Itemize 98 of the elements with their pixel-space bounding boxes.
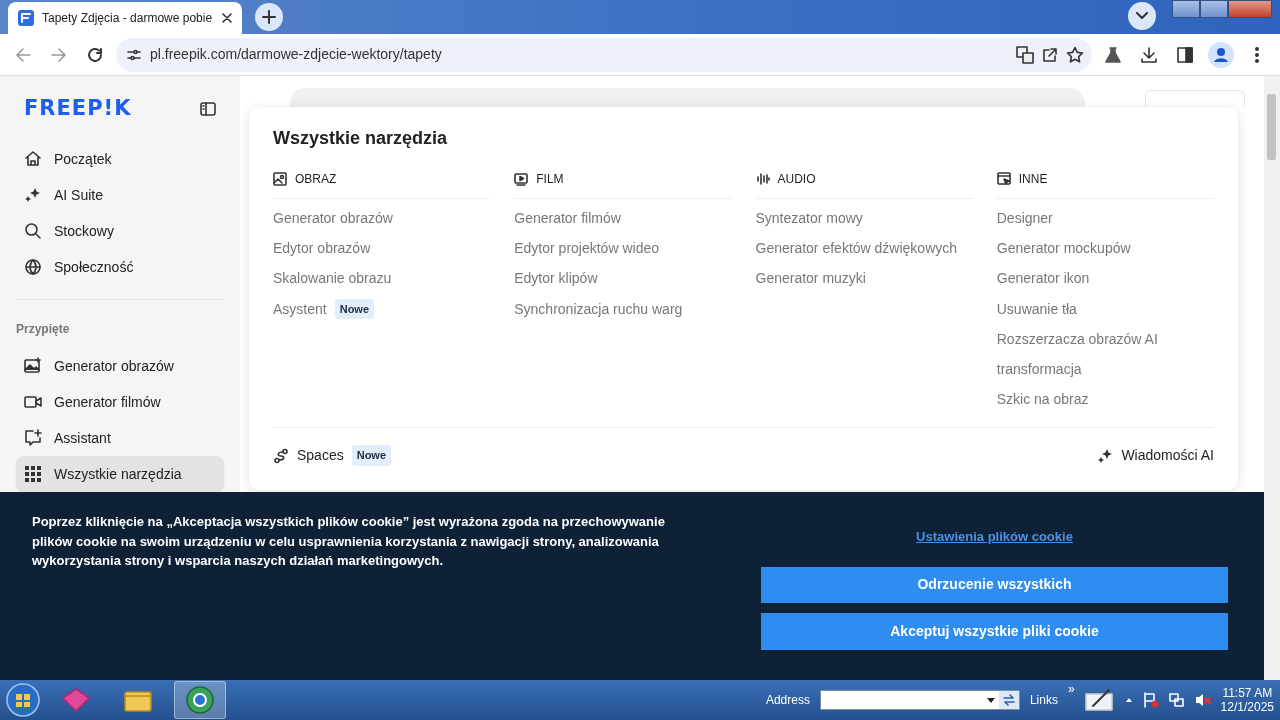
sidebar-item[interactable]: Assistant (16, 420, 224, 456)
search-icon (24, 222, 42, 240)
chat-icon (24, 429, 42, 447)
tool-link[interactable]: Asystent (273, 298, 327, 320)
tool-link[interactable]: Generator ikon (996, 268, 1090, 290)
minimize-button[interactable] (1172, 0, 1200, 18)
reload-icon (87, 46, 103, 63)
tab-title: Tapety Zdjęcia - darmowe pobie (42, 10, 214, 27)
chevron-down-icon (1136, 12, 1148, 20)
flask-icon (1105, 46, 1121, 63)
tool-link[interactable]: Designer (996, 207, 1053, 229)
plus-icon (262, 10, 276, 24)
tab-search-button[interactable] (1128, 2, 1156, 30)
column-heading: AUDIO (777, 171, 816, 188)
clock-date: 12/1/2025 (1220, 700, 1274, 715)
new-tab-button[interactable] (255, 3, 283, 31)
url-text: pl.freepik.com/darmowe-zdjecie-wektory/tapety (150, 45, 443, 64)
links-chevron[interactable]: » (1067, 680, 1075, 698)
browser-tab[interactable]: Tapety Zdjęcia - darmowe pobie (8, 2, 242, 34)
tool-link[interactable]: Generator efektów dźwiękowych (755, 237, 958, 259)
network-icon[interactable] (1168, 692, 1185, 708)
sidebar-item[interactable]: AI Suite (16, 177, 224, 213)
column-heading: INNE (1018, 171, 1048, 188)
video-icon (514, 172, 529, 186)
scrollbar[interactable] (1264, 76, 1280, 680)
tool-link[interactable]: Skalowanie obrazu (273, 268, 392, 290)
tool-link[interactable]: Generator muzyki (755, 268, 866, 290)
sidebar-item[interactable]: Stockowy (16, 213, 224, 249)
consent-button[interactable]: Akceptuj wszystkie pliki cookie (761, 613, 1228, 650)
dropdown-icon (986, 697, 995, 703)
site-icon (18, 10, 34, 26)
tool-link[interactable]: Rozszerzacza obrazów AI (996, 328, 1158, 350)
sidebar-item[interactable]: Wszystkie narzędzia (16, 456, 224, 492)
go-icon (998, 691, 1019, 709)
panel-title: Wszystkie narzędzia (273, 127, 449, 150)
image-icon (273, 172, 287, 186)
tray-arrow-icon[interactable] (1124, 697, 1133, 703)
home-icon (24, 150, 42, 168)
clock-time: 11:57 AM (1221, 685, 1274, 700)
column-heading: OBRAZ (295, 171, 337, 188)
tool-link[interactable]: Edytor obrazów (273, 237, 371, 259)
tool-link[interactable]: Usuwanie tła (996, 298, 1077, 320)
waveform-icon (755, 172, 770, 186)
tool-link[interactable]: Szkic na obraz (996, 389, 1089, 411)
close-window-button[interactable] (1228, 0, 1272, 18)
grid-icon (24, 465, 42, 483)
sparkles-icon (1097, 447, 1114, 464)
consent-text: Poprzez kliknięcie na „Akceptacja wszystkich plików cookie” jest wyrażona zgoda na przechowywanie plików cookie na swoim urządzeniu w celu usprawnienia korzystania z nawigacji strony, analizowania wykorzystania strony i wsparcia naszych działań marketingowych. (32, 513, 666, 570)
tool-link[interactable]: Generator mockupów (996, 237, 1131, 259)
sparkles-icon (24, 186, 42, 204)
tool-link[interactable]: Edytor klipów (514, 268, 598, 290)
image-icon (24, 357, 42, 375)
tool-link[interactable]: Synchronizacja ruchu warg (514, 298, 683, 320)
logo[interactable]: FREEP!K (24, 98, 132, 119)
tool-link[interactable]: transformacja (996, 359, 1082, 381)
new-badge: Nowe (334, 298, 375, 320)
globe-icon (24, 258, 42, 276)
tool-link[interactable]: Generator filmów (514, 207, 621, 229)
share-icon[interactable] (1042, 46, 1058, 63)
browser-app-icon[interactable] (185, 685, 215, 715)
star-icon[interactable] (1066, 45, 1084, 64)
sidebar-item[interactable]: Społeczność (16, 249, 224, 285)
address-field[interactable] (819, 690, 1020, 710)
ai-messages-link[interactable]: Wiadomości AI (1121, 445, 1214, 467)
cookie-settings-link[interactable]: Ustawienia plików cookie (761, 527, 1228, 547)
sidebar-item[interactable]: Generator filmów (16, 384, 224, 420)
side-panel-icon (1177, 46, 1193, 63)
speaker-muted-icon[interactable] (1194, 692, 1211, 708)
links-label: Links (1029, 692, 1058, 709)
column-heading: FILM (536, 171, 564, 188)
close-icon[interactable] (222, 13, 232, 23)
tool-link[interactable]: Edytor projektów wideo (514, 237, 659, 259)
sidebar-toggle-icon[interactable] (200, 101, 216, 116)
section-heading: Przypięte (16, 321, 71, 338)
arrow-left-icon (15, 46, 31, 63)
maximize-button[interactable] (1200, 0, 1228, 18)
spaces-link[interactable]: Spaces (297, 445, 344, 467)
address-bar[interactable]: pl.freepik.com/darmowe-zdjecie-wektory/tapety (116, 37, 1092, 72)
translate-icon[interactable] (1016, 45, 1034, 64)
start-orb-icon[interactable] (6, 683, 40, 717)
pen-tablet-icon[interactable] (1084, 688, 1115, 712)
flag-icon[interactable] (1142, 692, 1159, 708)
avatar-icon (1208, 41, 1234, 68)
profile-button[interactable] (1206, 39, 1236, 70)
scrollbar-thumb[interactable] (1267, 94, 1276, 160)
consent-button[interactable]: Odrzucenie wszystkich (761, 566, 1228, 604)
tool-link[interactable]: Generator obrazów (273, 207, 393, 229)
new-badge: Nowe (351, 445, 392, 466)
window-cursor-icon (996, 172, 1011, 186)
arrow-right-icon (51, 46, 67, 63)
spaces-icon (273, 447, 289, 464)
download-icon (1141, 46, 1157, 63)
tool-link[interactable]: Syntezator mowy (755, 207, 863, 229)
address-label: Address (765, 692, 810, 709)
video-camera-icon (24, 393, 42, 411)
sidebar-item[interactable]: Generator obrazów (16, 348, 224, 384)
sidebar-item[interactable]: Początek (16, 141, 224, 177)
kebab-menu-icon (1255, 46, 1259, 63)
